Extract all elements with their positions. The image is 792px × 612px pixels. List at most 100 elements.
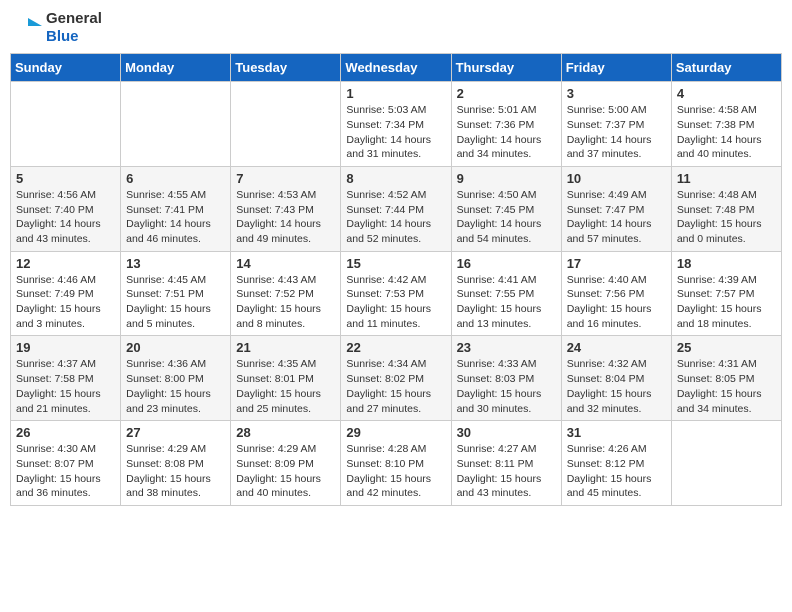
day-number: 22	[346, 340, 445, 355]
day-info: Sunrise: 4:40 AMSunset: 7:56 PMDaylight:…	[567, 273, 666, 332]
calendar-week-row: 1 Sunrise: 5:03 AMSunset: 7:34 PMDaylight…	[11, 82, 782, 167]
logo-bird-icon	[10, 12, 42, 44]
day-number: 16	[457, 256, 556, 271]
calendar-cell: 1 Sunrise: 5:03 AMSunset: 7:34 PMDaylight…	[341, 82, 451, 167]
calendar-cell: 17 Sunrise: 4:40 AMSunset: 7:56 PMDayligh…	[561, 251, 671, 336]
calendar-cell: 20 Sunrise: 4:36 AMSunset: 8:00 PMDayligh…	[121, 336, 231, 421]
calendar-cell: 6Sunrise: 4:55 AMSunset: 7:41 PMDaylight…	[121, 166, 231, 251]
calendar-cell: 30 Sunrise: 4:27 AMSunset: 8:11 PMDayligh…	[451, 421, 561, 506]
day-number: 27	[126, 425, 225, 440]
day-info: Sunrise: 4:43 AMSunset: 7:52 PMDaylight:…	[236, 273, 335, 332]
day-number: 14	[236, 256, 335, 271]
calendar-cell: 21 Sunrise: 4:35 AMSunset: 8:01 PMDayligh…	[231, 336, 341, 421]
day-info: Sunrise: 4:53 AMSunset: 7:43 PMDaylight:…	[236, 188, 335, 247]
day-info: Sunrise: 5:03 AMSunset: 7:34 PMDaylight:…	[346, 103, 445, 162]
day-number: 5	[16, 171, 115, 186]
day-info: Sunrise: 4:37 AMSunset: 7:58 PMDaylight:…	[16, 357, 115, 416]
day-number: 31	[567, 425, 666, 440]
day-number: 10	[567, 171, 666, 186]
day-number: 20	[126, 340, 225, 355]
day-info: Sunrise: 4:29 AMSunset: 8:08 PMDaylight:…	[126, 442, 225, 501]
calendar-cell: 11 Sunrise: 4:48 AMSunset: 7:48 PMDayligh…	[671, 166, 781, 251]
day-number: 19	[16, 340, 115, 355]
page-header: General Blue	[10, 10, 782, 45]
calendar-cell: 29 Sunrise: 4:28 AMSunset: 8:10 PMDayligh…	[341, 421, 451, 506]
logo-blue: Blue	[46, 28, 79, 45]
day-info: Sunrise: 5:01 AMSunset: 7:36 PMDaylight:…	[457, 103, 556, 162]
day-number: 13	[126, 256, 225, 271]
day-number: 7	[236, 171, 335, 186]
calendar-header-thursday: Thursday	[451, 54, 561, 82]
day-info: Sunrise: 4:30 AMSunset: 8:07 PMDaylight:…	[16, 442, 115, 501]
calendar-header-saturday: Saturday	[671, 54, 781, 82]
calendar-cell	[231, 82, 341, 167]
day-info: Sunrise: 4:39 AMSunset: 7:57 PMDaylight:…	[677, 273, 776, 332]
day-number: 18	[677, 256, 776, 271]
day-number: 4	[677, 86, 776, 101]
day-info: Sunrise: 4:29 AMSunset: 8:09 PMDaylight:…	[236, 442, 335, 501]
calendar-week-row: 12 Sunrise: 4:46 AMSunset: 7:49 PMDayligh…	[11, 251, 782, 336]
day-info: Sunrise: 4:50 AMSunset: 7:45 PMDaylight:…	[457, 188, 556, 247]
day-info: Sunrise: 4:26 AMSunset: 8:12 PMDaylight:…	[567, 442, 666, 501]
calendar-cell	[671, 421, 781, 506]
day-info: Sunrise: 4:46 AMSunset: 7:49 PMDaylight:…	[16, 273, 115, 332]
day-info: Sunrise: 4:27 AMSunset: 8:11 PMDaylight:…	[457, 442, 556, 501]
calendar-header-tuesday: Tuesday	[231, 54, 341, 82]
calendar-cell: 18 Sunrise: 4:39 AMSunset: 7:57 PMDayligh…	[671, 251, 781, 336]
calendar-cell: 3 Sunrise: 5:00 AMSunset: 7:37 PMDaylight…	[561, 82, 671, 167]
calendar-header-wednesday: Wednesday	[341, 54, 451, 82]
logo: General Blue	[10, 10, 102, 45]
day-number: 21	[236, 340, 335, 355]
day-number: 29	[346, 425, 445, 440]
calendar-week-row: 26Sunrise: 4:30 AMSunset: 8:07 PMDayligh…	[11, 421, 782, 506]
calendar-week-row: 19 Sunrise: 4:37 AMSunset: 7:58 PMDayligh…	[11, 336, 782, 421]
calendar-cell: 14 Sunrise: 4:43 AMSunset: 7:52 PMDayligh…	[231, 251, 341, 336]
day-number: 3	[567, 86, 666, 101]
calendar-cell: 27 Sunrise: 4:29 AMSunset: 8:08 PMDayligh…	[121, 421, 231, 506]
day-info: Sunrise: 4:33 AMSunset: 8:03 PMDaylight:…	[457, 357, 556, 416]
calendar-header-sunday: Sunday	[11, 54, 121, 82]
day-info: Sunrise: 4:56 AMSunset: 7:40 PMDaylight:…	[16, 188, 115, 247]
calendar-cell: 12 Sunrise: 4:46 AMSunset: 7:49 PMDayligh…	[11, 251, 121, 336]
calendar-header-row: SundayMondayTuesdayWednesdayThursdayFrid…	[11, 54, 782, 82]
calendar-cell: 23Sunrise: 4:33 AMSunset: 8:03 PMDayligh…	[451, 336, 561, 421]
calendar-cell: 16 Sunrise: 4:41 AMSunset: 7:55 PMDayligh…	[451, 251, 561, 336]
calendar-table: SundayMondayTuesdayWednesdayThursdayFrid…	[10, 53, 782, 506]
calendar-cell: 5 Sunrise: 4:56 AMSunset: 7:40 PMDaylight…	[11, 166, 121, 251]
calendar-cell: 22Sunrise: 4:34 AMSunset: 8:02 PMDayligh…	[341, 336, 451, 421]
day-info: Sunrise: 4:52 AMSunset: 7:44 PMDaylight:…	[346, 188, 445, 247]
day-number: 24	[567, 340, 666, 355]
day-info: Sunrise: 4:28 AMSunset: 8:10 PMDaylight:…	[346, 442, 445, 501]
day-number: 15	[346, 256, 445, 271]
calendar-cell: 9 Sunrise: 4:50 AMSunset: 7:45 PMDaylight…	[451, 166, 561, 251]
calendar-cell: 26Sunrise: 4:30 AMSunset: 8:07 PMDayligh…	[11, 421, 121, 506]
calendar-cell: 15Sunrise: 4:42 AMSunset: 7:53 PMDayligh…	[341, 251, 451, 336]
calendar-cell: 2 Sunrise: 5:01 AMSunset: 7:36 PMDaylight…	[451, 82, 561, 167]
calendar-cell	[121, 82, 231, 167]
calendar-week-row: 5 Sunrise: 4:56 AMSunset: 7:40 PMDaylight…	[11, 166, 782, 251]
day-number: 2	[457, 86, 556, 101]
day-number: 17	[567, 256, 666, 271]
day-info: Sunrise: 4:41 AMSunset: 7:55 PMDaylight:…	[457, 273, 556, 332]
calendar-cell: 13Sunrise: 4:45 AMSunset: 7:51 PMDayligh…	[121, 251, 231, 336]
calendar-header-friday: Friday	[561, 54, 671, 82]
calendar-cell	[11, 82, 121, 167]
day-number: 1	[346, 86, 445, 101]
day-number: 9	[457, 171, 556, 186]
day-number: 25	[677, 340, 776, 355]
calendar-cell: 7 Sunrise: 4:53 AMSunset: 7:43 PMDaylight…	[231, 166, 341, 251]
day-info: Sunrise: 5:00 AMSunset: 7:37 PMDaylight:…	[567, 103, 666, 162]
day-info: Sunrise: 4:32 AMSunset: 8:04 PMDaylight:…	[567, 357, 666, 416]
calendar-cell: 28Sunrise: 4:29 AMSunset: 8:09 PMDayligh…	[231, 421, 341, 506]
day-number: 12	[16, 256, 115, 271]
calendar-header-monday: Monday	[121, 54, 231, 82]
day-number: 30	[457, 425, 556, 440]
calendar-cell: 8 Sunrise: 4:52 AMSunset: 7:44 PMDaylight…	[341, 166, 451, 251]
day-info: Sunrise: 4:55 AMSunset: 7:41 PMDaylight:…	[126, 188, 225, 247]
calendar-cell: 4Sunrise: 4:58 AMSunset: 7:38 PMDaylight…	[671, 82, 781, 167]
day-info: Sunrise: 4:48 AMSunset: 7:48 PMDaylight:…	[677, 188, 776, 247]
day-number: 8	[346, 171, 445, 186]
day-info: Sunrise: 4:36 AMSunset: 8:00 PMDaylight:…	[126, 357, 225, 416]
day-number: 11	[677, 171, 776, 186]
day-info: Sunrise: 4:35 AMSunset: 8:01 PMDaylight:…	[236, 357, 335, 416]
